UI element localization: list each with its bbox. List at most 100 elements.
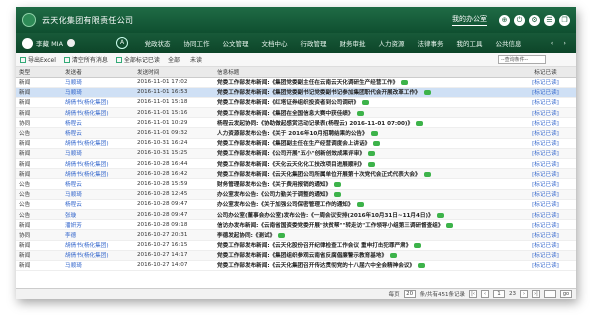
table-row[interactable]: 协同 李德 2016-10-27 20:31 李德发起协同:《测试》 [标记已读] [16,229,576,241]
search-condition-select[interactable]: --查询条件-- [498,55,546,64]
mark-read-link[interactable]: [标记已读] [512,240,576,251]
cell-sender[interactable]: 胡倩书(杨化集团) [62,97,134,109]
my-office-link[interactable]: 我的办公室 [452,14,487,26]
nav-item-public[interactable]: 公共信息 [489,38,528,48]
mark-read-link[interactable]: [标记已读] [512,229,576,241]
cell-title[interactable]: 党委工作部发布新闻:《云天化集团公司所属单位开展第十次党代会正式代表大会》 [214,168,512,180]
page-input[interactable]: 1 [493,290,505,298]
nav-scroll-arrows[interactable]: ‹ › [551,39,576,47]
cell-sender[interactable]: 胡倩书(杨化集团) [62,158,134,170]
nav-item-admin[interactable]: 行政管理 [294,38,333,48]
table-row[interactable]: 新闻 潘妍芳 2016-10-28 09:18 信访办发布新闻:《云南省国资委党委开展… [16,219,576,231]
mark-read-link[interactable]: [标记已读] [512,117,576,129]
nav-item-status[interactable]: 党政状态 [138,38,177,48]
cell-title[interactable]: 信访办发布新闻:《云南省国资委党委开展"扶贫帮""转走访"工作领导小组第三调研督… [214,219,512,231]
mark-read-link[interactable]: [标记已读] [512,127,576,139]
table-row[interactable]: 新闻 马顺琦 2016-10-31 15:25 党委工作部发布新闻:《公司开展"五小"… [16,148,576,160]
col-time[interactable]: 发送时间 [134,67,214,78]
table-row[interactable]: 新闻 胡倩书(杨化集团) 2016-11-01 15:18 党委工作部发布新闻:《红塔… [16,97,576,109]
cell-title[interactable]: 党委工作部发布新闻:《集团副主任在生产经营调度会上讲话》 [214,138,512,149]
per-page-input[interactable]: 20 [403,290,416,298]
mark-read-link[interactable]: [标记已读] [512,77,576,88]
mark-read-link[interactable]: [标记已读] [512,107,576,119]
home-icon[interactable]: A [116,37,128,49]
nav-item-doc-center[interactable]: 文档中心 [255,38,294,48]
power-icon[interactable]: ⏻ [514,14,525,26]
col-status[interactable]: 标记已读 [512,67,576,78]
go-button[interactable]: go [560,290,572,298]
col-type[interactable]: 类型 [16,67,62,78]
menu-icon[interactable]: ☰ [544,14,555,26]
table-row[interactable]: 新闻 胡倩书(杨化集团) 2016-10-28 16:44 党委工作部发布新闻:《天化… [16,158,576,170]
cell-sender[interactable]: 杨程云 [62,117,134,129]
cell-sender[interactable]: 潘妍芳 [62,219,134,231]
table-row[interactable]: 新闻 胡倩书(杨化集团) 2016-10-31 16:24 党委工作部发布新闻:《集团… [16,138,576,149]
cell-title[interactable]: 李德发起协同:《测试》 [214,229,512,241]
mark-all-read-button[interactable]: 全部标记已读 [115,55,160,64]
table-row[interactable]: 新闻 马顺琦 2016-10-27 14:07 党委工作部发布新闻:《云天化集团召开传… [16,260,576,272]
user-menu-icon[interactable] [67,39,76,47]
first-page-button[interactable]: |‹ [469,290,477,298]
prev-page-button[interactable]: ‹ [481,290,489,298]
cell-title[interactable]: 党委工作部发布新闻:《云天化股份召开纪律检查工作会议 重申打击犯罪严肃》 [214,240,512,251]
mark-read-link[interactable]: [标记已读] [512,260,576,272]
cell-title[interactable]: 办公室发布公告:《公司力勤关于调整的通知》 [214,189,512,200]
mark-read-link[interactable]: [标记已读] [512,97,576,109]
table-row[interactable]: 新闻 胡倩书(杨化集团) 2016-11-01 15:16 党委工作部发布新闻:《集团… [16,107,576,119]
gear-icon[interactable]: ⚙ [529,14,540,26]
mark-read-link[interactable]: [标记已读] [512,199,576,210]
last-page-button[interactable]: ›| [532,290,540,298]
mark-read-link[interactable]: [标记已读] [512,178,576,190]
cell-title[interactable]: 党委工作部发布新闻:《集团党委副书记党委副书记参加集团职代会开展改革工作》 [214,87,512,98]
nav-item-legal[interactable]: 法律事务 [411,38,450,48]
filter-unread[interactable]: 未读 [190,55,202,64]
cell-title[interactable]: 党委工作部发布新闻:《集团党委副主任在云南云天化调研生产经营工作》 [214,77,512,88]
mark-read-link[interactable]: [标记已读] [512,158,576,170]
col-sender[interactable]: 发送者 [62,67,134,78]
cell-title[interactable]: 党委工作部发布新闻:《天化云天化化工技改项目进展顺利》 [214,158,512,170]
next-page-button[interactable]: › [520,290,528,298]
mark-read-link[interactable]: [标记已读] [512,219,576,231]
cell-sender[interactable]: 张璇 [62,209,134,221]
mark-read-link[interactable]: [标记已读] [512,209,576,221]
cell-sender[interactable]: 胡倩书(杨化集团) [62,168,134,180]
cell-sender[interactable]: 胡倩书(杨化集团) [62,107,134,119]
table-row[interactable]: 协同 杨程云 2016-11-01 10:29 杨程云发起协同:《协助做起感赏活动记录… [16,117,576,129]
nav-item-collab[interactable]: 协同工作 [177,38,216,48]
table-row[interactable]: 新闻 马顺琦 2016-11-01 16:53 党委工作部发布新闻:《集团党委副书记党… [16,87,576,98]
cell-title[interactable]: 杨程云发起协同:《协助做起感赏活动记录表(杨程云) 2016-11-01 07:… [214,117,512,129]
cell-title[interactable]: 办公室发布公告:《关于加强公司保密管理工作的通知》 [214,199,512,210]
nav-item-hr[interactable]: 人力资源 [372,38,411,48]
table-row[interactable]: 公告 杨程云 2016-11-01 09:32 人力资源部发布公告:《关于 2016年… [16,127,576,139]
cell-sender[interactable]: 李德 [62,229,134,241]
cell-title[interactable]: 党委工作部发布新闻:《集团在全国信息大赛中获佳绩》 [214,107,512,119]
table-row[interactable]: 公告 杨程云 2016-10-28 09:47 办公室发布公告:《关于加强公司保密管理… [16,199,576,210]
table-row[interactable]: 公告 杨程云 2016-10-28 15:59 财务管理部发布公告:《关于费用报销的通… [16,178,576,190]
table-row[interactable]: 新闻 胡倩书(杨化集团) 2016-10-28 16:42 党委工作部发布新闻:《云天… [16,168,576,180]
mark-read-link[interactable]: [标记已读] [512,250,576,261]
nav-item-tools[interactable]: 我的工具 [450,38,489,48]
window-icon[interactable]: ❐ [559,14,570,26]
cell-sender[interactable]: 胡倩书(杨化集团) [62,138,134,149]
mark-read-link[interactable]: [标记已读] [512,138,576,149]
cell-sender[interactable]: 杨程云 [62,199,134,210]
mark-read-link[interactable]: [标记已读] [512,148,576,160]
cell-sender[interactable]: 胡倩书(杨化集团) [62,250,134,261]
cell-title[interactable]: 财务管理部发布公告:《关于费用报销的通知》 [214,178,512,190]
clear-messages-button[interactable]: 清空所有消息 [63,55,108,64]
cell-sender[interactable]: 杨程云 [62,178,134,190]
cell-sender[interactable]: 马顺琦 [62,87,134,98]
nav-item-docs-mgmt[interactable]: 公文管理 [216,38,255,48]
user-info[interactable]: 李藏 MIA [16,37,116,49]
mark-read-link[interactable]: [标记已读] [512,189,576,200]
table-row[interactable]: 新闻 胡倩书(杨化集团) 2016-10-27 16:15 党委工作部发布新闻:《云天… [16,240,576,251]
cell-title[interactable]: 党委工作部发布新闻:《集团组织参观云南省反腐倡廉警示教育基地》 [214,250,512,261]
mark-read-link[interactable]: [标记已读] [512,87,576,98]
cell-sender[interactable]: 杨程云 [62,127,134,139]
filter-all[interactable]: 全部 [168,55,180,64]
table-row[interactable]: 公告 马顺琦 2016-10-28 12:45 办公室发布公告:《公司力勤关于调整的通… [16,189,576,200]
nav-item-finance[interactable]: 财务审批 [333,38,372,48]
col-title[interactable]: 信息标题 [214,67,512,78]
cell-title[interactable]: 公司办公室(董事会办公室)发布公告:《一周会议安排(2016年10月31日~11… [214,209,512,221]
table-row[interactable]: 新闻 马顺琦 2016-11-01 17:02 党委工作部发布新闻:《集团党委副主任在… [16,77,576,88]
